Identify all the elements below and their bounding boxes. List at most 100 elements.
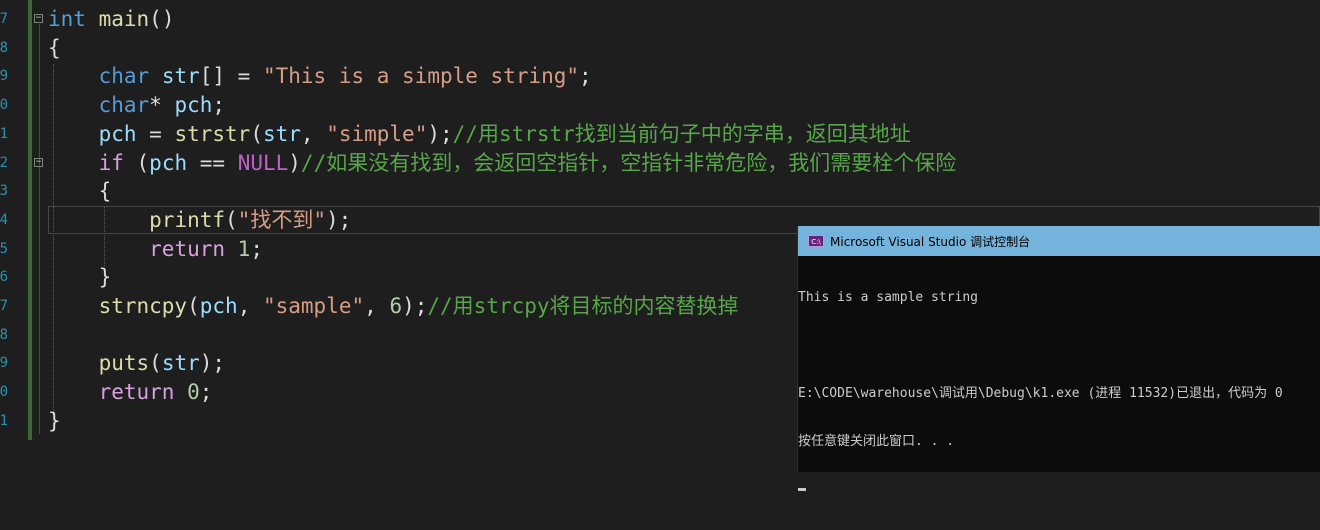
code-token: pch — [149, 150, 188, 175]
console-title: Microsoft Visual Studio 调试控制台 — [830, 234, 1031, 249]
code-token: strstr — [174, 121, 251, 146]
code-token: 1 — [237, 236, 251, 261]
line-number: 8 — [0, 39, 8, 56]
fold-toggle-if[interactable]: − — [34, 158, 43, 167]
code-token: char — [98, 93, 150, 118]
code-token: int — [48, 7, 86, 31]
code-token: ); — [325, 207, 352, 232]
line-number: 1 — [0, 412, 8, 429]
console-output-line: This is a sample string — [798, 290, 979, 305]
code-token: 0 — [187, 380, 200, 405]
code-line[interactable]: return 1; — [48, 235, 263, 263]
code-token: pch — [199, 294, 238, 318]
line-number: 9 — [0, 68, 8, 85]
code-token: } — [48, 265, 112, 290]
line-number: 6 — [0, 269, 8, 286]
change-tracking-bar — [28, 0, 32, 440]
code-line[interactable]: } — [48, 407, 61, 435]
line-number: 0 — [0, 384, 8, 401]
code-line[interactable]: { — [48, 34, 61, 62]
code-token: ( — [149, 351, 162, 376]
line-number: 0 — [0, 97, 8, 114]
code-token: = — [136, 121, 175, 146]
code-token: ; — [250, 236, 263, 261]
code-line[interactable]: strncpy(pch, "sample", 6);//用strcpy将目标的内… — [48, 292, 739, 320]
code-token: //如果没有找到，会返回空指针，空指针非常危险，我们需要栓个保险 — [300, 150, 957, 175]
code-token: return — [149, 236, 226, 261]
code-token: * — [149, 93, 175, 118]
console-cursor — [798, 488, 806, 491]
console-output-line: E:\CODE\warehouse\调试用\Debug\k1.exe (进程 1… — [798, 386, 1283, 401]
code-line[interactable]: if (pch == NULL)//如果没有找到，会返回空指针，空指针非常危险，… — [48, 149, 957, 177]
fold-region-if — [39, 168, 40, 290]
line-number: 7 — [0, 298, 8, 314]
line-number: 7 — [0, 11, 8, 27]
code-token: == — [187, 150, 238, 175]
line-number: 9 — [0, 355, 8, 372]
code-token: if — [98, 150, 124, 175]
console-app-icon: C:\ — [808, 235, 824, 247]
code-token: ; — [199, 380, 213, 405]
code-line[interactable]: printf("找不到"); — [48, 206, 351, 234]
code-token: ( — [225, 207, 238, 232]
code-token: ; — [212, 93, 226, 118]
code-token: ( — [250, 121, 263, 146]
code-token: ; — [579, 64, 592, 89]
code-line[interactable]: pch = strstr(str, "simple");//用strstr找到当… — [48, 120, 911, 148]
code-token: () — [149, 7, 175, 31]
code-token: puts — [98, 351, 150, 376]
code-token: char — [98, 64, 150, 89]
code-line[interactable]: char* pch; — [48, 91, 225, 119]
console-cursor-line — [798, 482, 1320, 498]
line-number: 5 — [0, 240, 8, 257]
code-token: ( — [187, 294, 200, 318]
line-number: 3 — [0, 183, 8, 200]
code-token: "simple" — [326, 121, 428, 146]
line-number: 8 — [0, 326, 8, 343]
line-number: 2 — [0, 154, 8, 171]
code-token: NULL — [237, 150, 289, 175]
code-line[interactable]: char str[] = "This is a simple string"; — [48, 62, 592, 90]
code-token: str — [262, 121, 301, 146]
code-token: pch — [174, 93, 213, 118]
code-line[interactable]: } — [48, 263, 112, 291]
code-token: str — [161, 351, 200, 376]
code-token: //用strcpy将目标的内容替换掉 — [427, 294, 739, 318]
code-token: 6 — [389, 294, 403, 318]
code-token: return — [98, 380, 175, 405]
console-output: This is a sample string E:\CODE\warehous… — [798, 256, 1320, 530]
fold-toggle-main[interactable]: − — [34, 14, 43, 23]
code-token: , — [364, 294, 390, 318]
code-line[interactable]: return 0; — [48, 378, 213, 406]
code-token: ( — [123, 150, 150, 175]
line-number: 4 — [0, 211, 8, 228]
code-token: pch — [98, 121, 137, 146]
code-token: { — [48, 179, 112, 204]
code-token: main — [98, 7, 150, 31]
code-token: } — [48, 408, 61, 433]
code-token: //用strstr找到当前句子中的字串，返回其地址 — [452, 121, 911, 146]
code-token: ); — [427, 121, 453, 146]
code-line[interactable]: { — [48, 177, 112, 205]
code-line[interactable]: puts(str); — [48, 349, 225, 377]
code-token: strncpy — [98, 294, 188, 318]
console-title-bar[interactable]: C:\ Microsoft Visual Studio 调试控制台 — [798, 226, 1320, 256]
code-line[interactable]: int main() — [48, 5, 174, 33]
debug-console-window[interactable]: C:\ Microsoft Visual Studio 调试控制台 This i… — [797, 226, 1320, 491]
code-token: ) — [288, 150, 301, 175]
code-token: { — [48, 35, 61, 60]
